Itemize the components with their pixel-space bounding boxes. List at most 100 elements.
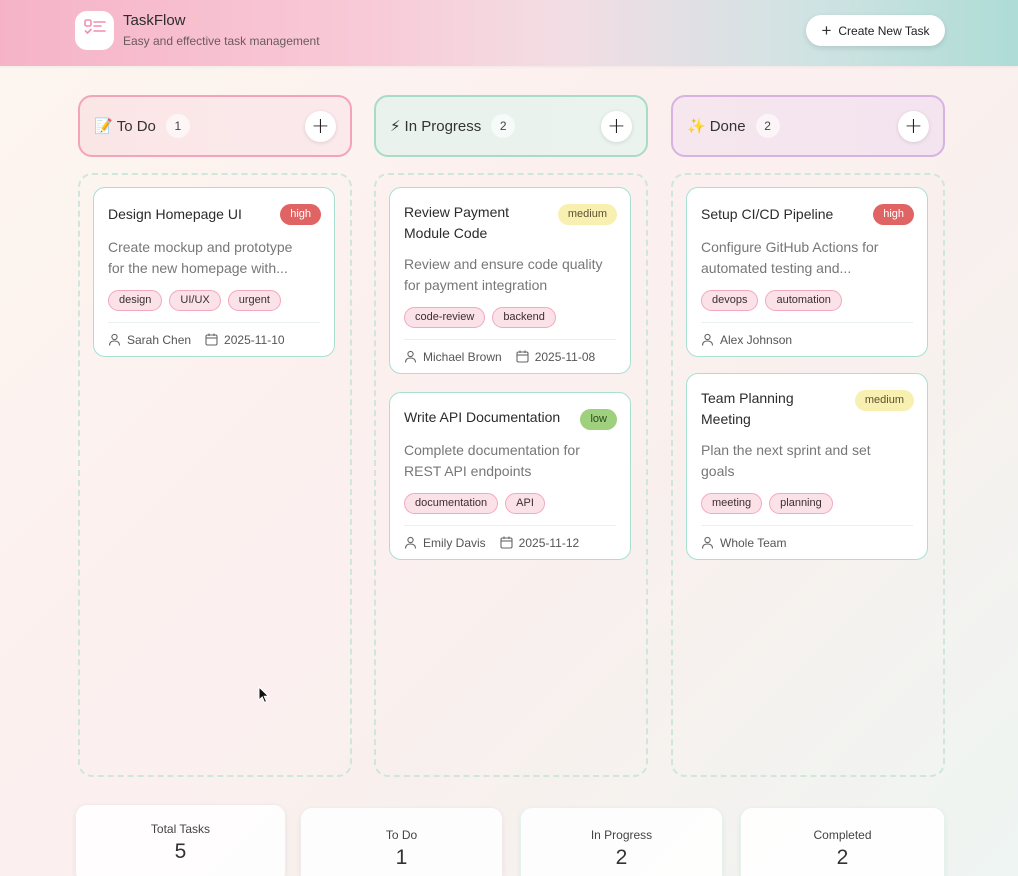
tag-list: documentation API — [404, 493, 616, 514]
user-icon — [404, 536, 417, 549]
tag: code-review — [404, 307, 486, 328]
memo-icon: 📝 — [94, 118, 113, 135]
app-subtitle: Easy and effective task management — [123, 34, 320, 48]
stat-label: Total Tasks — [150, 822, 211, 836]
plus-icon: + — [821, 21, 832, 40]
task-title: Setup CI/CD Pipeline — [701, 206, 834, 222]
desc-line: Plan the next sprint and set — [701, 442, 871, 458]
due-date: 2025-11-10 — [224, 332, 285, 347]
stat-total-tasks: Total Tasks 5 — [75, 804, 286, 876]
task-description: Review and ensure code quality for payme… — [404, 254, 618, 296]
priority-badge: medium — [854, 390, 914, 411]
desc-line: Configure GitHub Actions for — [701, 239, 879, 255]
desc-line: Review and ensure code quality — [404, 256, 603, 272]
user-icon — [108, 333, 121, 346]
tag-list: code-review backend — [404, 307, 616, 328]
app-title: TaskFlow ✧ — [123, 12, 201, 29]
tag: devops — [701, 290, 759, 311]
column-header-todo: 📝 To Do 1 + — [78, 95, 352, 157]
desc-line: REST API endpoints — [404, 463, 532, 479]
tag: meeting — [701, 493, 763, 514]
task-title: Write API Documentation — [404, 409, 561, 425]
stat-label: In Progress — [590, 828, 653, 842]
column-count: 1 — [165, 114, 190, 138]
app-header: TaskFlow ✧ Easy and effective task manage… — [0, 0, 1018, 66]
task-description: Complete documentation for REST API endp… — [404, 440, 618, 482]
app-title-text: TaskFlow — [123, 12, 186, 29]
user-icon — [404, 350, 417, 363]
assignee: Emily Davis — [423, 535, 486, 550]
column-count: 2 — [755, 114, 780, 138]
tag: documentation — [404, 493, 499, 514]
assignee: Whole Team — [720, 535, 787, 550]
desc-line: Create mockup and prototype — [108, 239, 293, 255]
task-description: Create mockup and prototype for the new … — [108, 237, 322, 279]
stat-value: 2 — [615, 846, 628, 869]
stat-in-progress: In Progress 2 — [520, 807, 723, 876]
task-card[interactable]: Write API Documentation low Complete doc… — [389, 392, 631, 560]
task-meta: Emily Davis 2025-11-12 — [404, 526, 616, 559]
title-line: Module Code — [404, 225, 488, 241]
task-meta: Michael Brown 2025-11-08 — [404, 340, 616, 373]
priority-badge: medium — [557, 204, 617, 225]
column-title: Done — [709, 117, 746, 135]
user-icon — [701, 333, 714, 346]
mouse-cursor-icon — [258, 686, 270, 704]
desc-line: automated testing and... — [701, 260, 852, 276]
task-meta: Alex Johnson — [701, 323, 913, 356]
stat-completed: Completed 2 — [740, 807, 945, 876]
task-card[interactable]: Team Planning Meeting medium Plan the ne… — [686, 373, 928, 560]
stat-label: To Do — [385, 828, 418, 842]
priority-badge: low — [580, 409, 617, 430]
logo — [75, 11, 114, 50]
stat-todo: To Do 1 — [300, 807, 503, 876]
priority-badge: high — [280, 204, 321, 225]
assignee: Alex Johnson — [720, 332, 793, 347]
stat-value: 1 — [395, 846, 408, 869]
calendar-icon — [500, 536, 513, 549]
task-card[interactable]: Review Payment Module Code medium Review… — [389, 187, 631, 374]
task-card[interactable]: Design Homepage UI high Create mockup an… — [93, 187, 335, 357]
title-line: Meeting — [701, 411, 751, 427]
desc-line: for the new homepage with... — [108, 260, 288, 276]
add-task-done-button[interactable]: + — [898, 111, 929, 142]
column-header-in-progress: ⚡ In Progress 2 + — [374, 95, 648, 157]
tag-list: design UI/UX urgent — [108, 290, 320, 311]
task-title: Team Planning Meeting — [701, 388, 861, 430]
stat-value: 5 — [174, 840, 187, 863]
tag: automation — [765, 290, 842, 311]
add-task-in-progress-button[interactable]: + — [601, 111, 632, 142]
tag: planning — [769, 493, 833, 514]
tag-list: devops automation — [701, 290, 913, 311]
task-meta: Sarah Chen 2025-11-10 — [108, 323, 320, 356]
add-task-todo-button[interactable]: + — [305, 111, 336, 142]
task-description: Plan the next sprint and set goals — [701, 440, 915, 482]
assignee: Michael Brown — [423, 349, 502, 364]
stat-label: Completed — [813, 828, 872, 842]
sparkles-icon: ✨ — [687, 118, 706, 135]
due-date: 2025-11-08 — [534, 349, 596, 364]
tag: backend — [492, 307, 556, 328]
desc-line: for payment integration — [404, 277, 548, 293]
checklist-icon — [83, 19, 106, 42]
create-task-button[interactable]: + Create New Task — [806, 15, 945, 46]
due-date: 2025-11-12 — [518, 535, 580, 550]
task-card[interactable]: Setup CI/CD Pipeline high Configure GitH… — [686, 187, 928, 357]
task-meta: Whole Team — [701, 526, 913, 559]
column-title: To Do — [116, 117, 156, 135]
task-title: Design Homepage UI — [108, 206, 242, 222]
assignee: Sarah Chen — [127, 332, 192, 347]
tag-list: meeting planning — [701, 493, 913, 514]
user-icon — [701, 536, 714, 549]
column-header-done: ✨ Done 2 + — [671, 95, 945, 157]
calendar-icon — [205, 333, 218, 346]
lightning-icon: ⚡ — [390, 118, 401, 135]
sparkle-icon: ✧ — [189, 12, 202, 28]
desc-line: Complete documentation for — [404, 442, 580, 458]
column-count: 2 — [491, 114, 516, 138]
tag: urgent — [227, 290, 281, 311]
tag: design — [108, 290, 163, 311]
priority-badge: high — [873, 204, 914, 225]
title-line: Review Payment — [404, 204, 510, 220]
desc-line: goals — [701, 463, 735, 479]
